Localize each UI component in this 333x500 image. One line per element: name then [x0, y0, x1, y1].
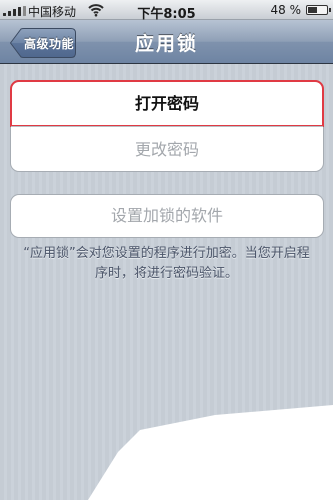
battery-fill [308, 7, 317, 13]
battery-percent: 48 % [270, 3, 302, 17]
open-password-cell[interactable]: 打开密码 [10, 80, 324, 127]
password-settings-group: 打开密码 更改密码 [10, 80, 324, 172]
locked-apps-group: 设置加锁的软件 [10, 194, 324, 238]
status-bar: 中国移动 下午8:05 48 % [0, 0, 333, 22]
footnote-text: “应用锁”会对您设置的程序进行加密。当您开启程序时，将进行密码验证。 [23, 246, 310, 281]
change-password-cell[interactable]: 更改密码 [11, 127, 323, 172]
selection-highlight [10, 80, 324, 127]
navigation-bar: 高级功能 应用锁 [0, 20, 333, 64]
change-password-label: 更改密码 [134, 140, 199, 159]
set-locked-apps-cell[interactable]: 设置加锁的软件 [11, 195, 323, 237]
battery-icon [306, 5, 331, 15]
page-title: 应用锁 [134, 33, 198, 55]
set-locked-apps-label: 设置加锁的软件 [110, 206, 223, 225]
